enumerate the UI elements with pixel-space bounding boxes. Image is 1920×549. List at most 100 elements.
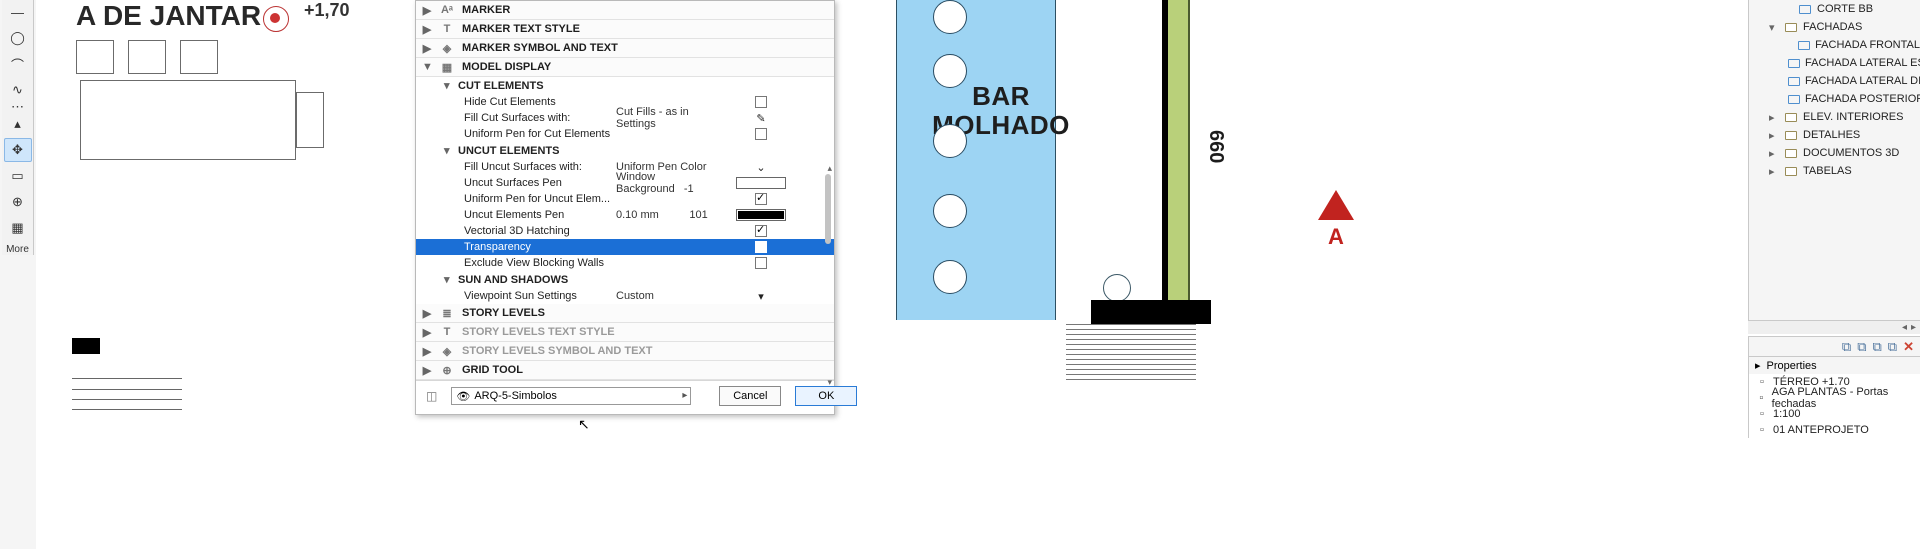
section-story-levels-text[interactable]: ▶TSTORY LEVELS TEXT STYLE <box>416 323 834 342</box>
property-row[interactable]: ▫01 ANTEPROJETO <box>1749 422 1920 438</box>
scroll-down-icon[interactable]: ▾ <box>827 377 832 388</box>
delete-icon[interactable]: ✕ <box>1903 339 1914 355</box>
scroll-up-icon[interactable]: ▴ <box>827 163 832 174</box>
section-marker-symbol[interactable]: ▶◈MARKER SYMBOL AND TEXT <box>416 39 834 58</box>
elevation-label: +1,70 <box>304 0 350 21</box>
tool-more-label[interactable]: More <box>6 244 29 255</box>
property-icon: ▫ <box>1755 376 1769 388</box>
nav-folder[interactable]: ▾FACHADAS <box>1749 18 1920 36</box>
row-transparency[interactable]: Transparency <box>416 239 834 255</box>
nav-folder[interactable]: ▸TABELAS <box>1749 162 1920 180</box>
floor-edge <box>1066 320 1196 380</box>
section-story-levels[interactable]: ▶≣STORY LEVELS <box>416 304 834 323</box>
chk-hide-cut[interactable] <box>755 96 767 108</box>
section-marker-text-style[interactable]: ▶TMARKER TEXT STYLE <box>416 20 834 39</box>
section-story-levels-symbol[interactable]: ▶◈STORY LEVELS SYMBOL AND TEXT <box>416 342 834 361</box>
tool-object[interactable]: ▦ <box>4 216 32 240</box>
view-icon <box>1797 39 1810 51</box>
chk-transparency[interactable] <box>755 241 767 253</box>
folder-icon <box>1784 111 1798 123</box>
bar-label: BARMOLHADO <box>906 82 1096 139</box>
nav-item-label: FACHADA FRONTAL <box>1815 39 1920 51</box>
properties-header[interactable]: ▸Properties <box>1748 356 1920 374</box>
tool-section-elev[interactable]: ✥ <box>4 138 32 162</box>
view-icon <box>1788 75 1800 87</box>
chk-exclude[interactable] <box>755 257 767 269</box>
property-value: AGA PLANTAS - Portas fechadas <box>1772 386 1920 410</box>
group-uncut-elements[interactable]: ▾UNCUT ELEMENTS <box>416 142 834 159</box>
dialog-footer: ◫ 👁 ARQ-5-Simbolos ▸ Cancel OK <box>416 380 834 414</box>
nav-item-label: FACHADA LATERAL ESQUER <box>1805 57 1920 69</box>
row-exclude-view-blocking[interactable]: Exclude View Blocking Walls <box>416 255 834 271</box>
pool-bar-area <box>896 0 1056 320</box>
tool-line[interactable]: — <box>4 0 32 24</box>
level-marker-icon <box>263 6 287 30</box>
nav-folder[interactable]: ▸DOCUMENTOS 3D <box>1749 144 1920 162</box>
nav-folder[interactable]: ▸DETALHES <box>1749 126 1920 144</box>
nav-folder[interactable]: ▸ELEV. INTERIORES <box>1749 108 1920 126</box>
drawing-canvas[interactable]: A DE JANTAR +1,70 BARMOLHADO 660 A <box>36 0 1920 549</box>
nav-view-item[interactable]: CORTE BB <box>1749 0 1920 18</box>
chk-uniform-uncut[interactable] <box>755 193 767 205</box>
tool-level[interactable]: ▴ <box>4 112 32 136</box>
section-marker[interactable]: ▶AᵃMARKER <box>416 1 834 20</box>
view-icon <box>1788 57 1800 69</box>
new-folder-icon[interactable]: ⧉ <box>1857 339 1866 355</box>
tool-arc[interactable]: ⌒ <box>4 52 32 76</box>
pen-swatch-white[interactable] <box>736 177 786 189</box>
chk-vectorial[interactable] <box>755 225 767 237</box>
row-viewpoint-sun[interactable]: Viewpoint Sun SettingsCustom▾ <box>416 288 834 304</box>
eye-icon: 👁 <box>456 390 470 403</box>
folder-icon <box>1784 21 1798 33</box>
dimension-660: 660 <box>1204 130 1227 163</box>
wall-stub <box>72 338 100 354</box>
nav-item-label: ELEV. INTERIORES <box>1803 111 1903 123</box>
uncut-fill-dropdown-icon[interactable]: ⌄ <box>726 161 796 174</box>
planter-circle <box>1103 274 1131 302</box>
nav-scroll-left-icon[interactable]: ◂ <box>1902 322 1907 333</box>
ok-button[interactable]: OK <box>795 386 857 406</box>
clone-view-icon[interactable]: ⧉ <box>1842 339 1851 355</box>
property-icon: ▫ <box>1755 408 1769 420</box>
nav-item-label: FACHADA LATERAL DIREITA <box>1805 75 1920 87</box>
properties-body: ▫TÉRREO +1.70▫AGA PLANTAS - Portas fecha… <box>1748 374 1920 438</box>
tool-column[interactable]: ⊕ <box>4 190 32 214</box>
section-model-display[interactable]: ▼▦MODEL DISPLAY <box>416 58 834 77</box>
property-row[interactable]: ▫AGA PLANTAS - Portas fechadas <box>1749 390 1920 406</box>
row-fill-cut-surfaces[interactable]: Fill Cut Surfaces with:Cut Fills - as in… <box>416 110 834 126</box>
pen-swatch-black[interactable] <box>736 209 786 221</box>
navigator-hscroll[interactable]: ◂ ▸ <box>1748 320 1920 334</box>
row-uncut-elements-pen[interactable]: Uncut Elements Pen0.10 mm 101 <box>416 207 834 223</box>
nav-item-label: TABELAS <box>1803 165 1852 177</box>
north-letter: A <box>1316 224 1356 250</box>
folder-icon <box>1784 165 1798 177</box>
fill-cut-dropdown-icon[interactable]: ✎ <box>726 112 796 125</box>
sun-dropdown-icon[interactable]: ▾ <box>726 290 796 303</box>
stair-lines <box>72 378 182 438</box>
nav-item-label: FACHADAS <box>1803 21 1862 33</box>
row-uncut-surfaces-pen[interactable]: Uncut Surfaces PenWindow Background -1 <box>416 175 834 191</box>
nav-view-item[interactable]: FACHADA LATERAL ESQUER <box>1749 54 1920 72</box>
cancel-button[interactable]: Cancel <box>719 386 781 406</box>
chk-uniform-cut[interactable] <box>755 128 767 140</box>
model-display-body: ▴ ▾ ▾CUT ELEMENTS Hide Cut Elements Fill… <box>416 77 834 304</box>
property-value: 1:100 <box>1773 408 1801 420</box>
layer-combo[interactable]: 👁 ARQ-5-Simbolos ▸ <box>451 387 691 405</box>
north-marker: A <box>1316 190 1356 250</box>
nav-item-label: CORTE BB <box>1817 3 1873 15</box>
row-vectorial-3d-hatch[interactable]: Vectorial 3D Hatching <box>416 223 834 239</box>
floor-beam <box>1091 300 1211 324</box>
section-grid-tool[interactable]: ▶⊕GRID TOOL <box>416 361 834 380</box>
settings-icon[interactable]: ⧉ <box>1873 339 1882 355</box>
tool-circle[interactable]: ◯ <box>4 26 32 50</box>
properties-icon[interactable]: ⧉ <box>1888 339 1897 355</box>
dropdown-icon: ▸ <box>682 390 687 401</box>
group-cut-elements[interactable]: ▾CUT ELEMENTS <box>416 77 834 94</box>
nav-view-item[interactable]: FACHADA LATERAL DIREITA <box>1749 72 1920 90</box>
group-sun-shadows[interactable]: ▾SUN AND SHADOWS <box>416 271 834 288</box>
tool-wall[interactable]: ▭ <box>4 164 32 188</box>
scrollbar-thumb[interactable] <box>825 174 831 244</box>
nav-view-item[interactable]: FACHADA FRONTAL <box>1749 36 1920 54</box>
nav-scroll-right-icon[interactable]: ▸ <box>1911 322 1916 333</box>
nav-view-item[interactable]: FACHADA POSTERIOR <box>1749 90 1920 108</box>
